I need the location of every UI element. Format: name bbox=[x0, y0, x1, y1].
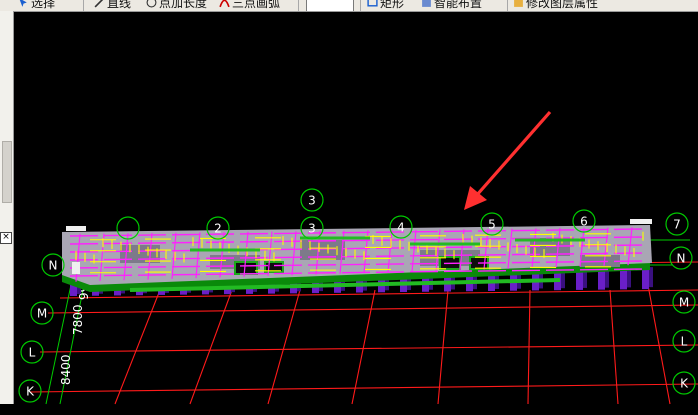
grid-line bbox=[189, 289, 233, 405]
axis-bubble-label: N bbox=[677, 252, 686, 266]
parapet bbox=[66, 226, 86, 231]
top-axis-bubble: 3 bbox=[300, 188, 324, 212]
building-model bbox=[62, 219, 653, 296]
axis-bubble-label: L bbox=[681, 335, 688, 349]
tool-point-length-button[interactable]: 点加长度 bbox=[146, 0, 207, 10]
point-length-icon bbox=[146, 0, 157, 7]
axis-bubbles: 2 3 3 4 5 6 7 N M L K N M L K bbox=[18, 188, 696, 403]
tool-rectangle-button[interactable]: 矩形 bbox=[367, 0, 404, 10]
tool-point-length-label: 点加长度 bbox=[159, 0, 208, 10]
line-icon bbox=[94, 0, 103, 7]
tool-arc-button[interactable]: 三点画弧 bbox=[219, 0, 280, 10]
arrow-shaft bbox=[474, 110, 552, 198]
axis-bubble-label: N bbox=[49, 259, 58, 273]
left-axis-bubble: L bbox=[20, 340, 44, 364]
three-point-arc-icon bbox=[219, 0, 230, 7]
axis-bubble-label: 2 bbox=[214, 222, 222, 236]
axis-bubble-label: 5 bbox=[488, 218, 496, 232]
right-axis-bubble: N bbox=[669, 246, 693, 270]
rectangle-icon bbox=[367, 0, 378, 7]
tool-rectangle-label: 矩形 bbox=[380, 0, 405, 10]
smart-layout-icon bbox=[422, 0, 431, 7]
column-shadow bbox=[649, 267, 653, 288]
right-axis-bubble: K bbox=[672, 371, 696, 395]
axis-bubble-label: L bbox=[29, 346, 36, 360]
annotation-arrow bbox=[464, 110, 552, 210]
grid-line bbox=[47, 304, 698, 314]
parapet bbox=[72, 262, 80, 274]
axis-bubble-label: 6 bbox=[580, 215, 588, 229]
dimension-label: 7800 bbox=[71, 304, 85, 335]
cad-3d-view[interactable]: 9978008400 233 4 5 6 7NMLKNMLK bbox=[0, 11, 698, 415]
right-axis-bubble: M bbox=[672, 290, 696, 314]
dimension-label: 8400 bbox=[59, 354, 73, 385]
left-axis-bubble: K bbox=[18, 379, 42, 403]
grid-line bbox=[114, 289, 161, 405]
tool-modify-layer-button[interactable]: 修改图层属性 bbox=[513, 0, 598, 10]
slab-opening bbox=[234, 261, 258, 275]
tool-smart-layout-button[interactable]: 智能布置 bbox=[421, 0, 482, 10]
tool-arc-label: 三点画弧 bbox=[232, 0, 281, 10]
right-axis-bubble: L bbox=[672, 329, 696, 353]
grid-line bbox=[39, 344, 698, 353]
axis-bubble-label: K bbox=[26, 385, 35, 399]
axis-bubble-label: 7 bbox=[673, 218, 681, 232]
grid-line bbox=[609, 289, 619, 405]
left-axis-bubble: N bbox=[41, 253, 65, 277]
axis-bubble-label: K bbox=[680, 377, 689, 391]
tool-line-label: 直线 bbox=[107, 0, 132, 10]
axis-bubble-label: 3 bbox=[308, 222, 316, 236]
axis-bubble-label: 4 bbox=[397, 221, 405, 235]
axis-bubble-label: M bbox=[679, 296, 689, 310]
select-arrow-icon bbox=[20, 0, 27, 7]
tool-modify-layer-label: 修改图层属性 bbox=[526, 0, 599, 10]
top-axis-bubble: 7 bbox=[665, 212, 689, 236]
tool-smart-layout-label: 智能布置 bbox=[434, 0, 483, 10]
grid-line bbox=[647, 284, 671, 405]
tool-select-label: 选择 bbox=[31, 0, 56, 10]
tool-select-button[interactable]: 选择 bbox=[18, 0, 55, 10]
parapet bbox=[630, 219, 652, 224]
modify-layer-icon bbox=[514, 0, 523, 7]
axis-bubble-label: M bbox=[37, 307, 47, 321]
grid-line bbox=[267, 289, 301, 405]
axis-bubble-label: 3 bbox=[308, 194, 316, 208]
grid-line bbox=[351, 289, 376, 405]
tool-line-button[interactable]: 直线 bbox=[94, 0, 131, 10]
grid-line bbox=[29, 383, 698, 393]
